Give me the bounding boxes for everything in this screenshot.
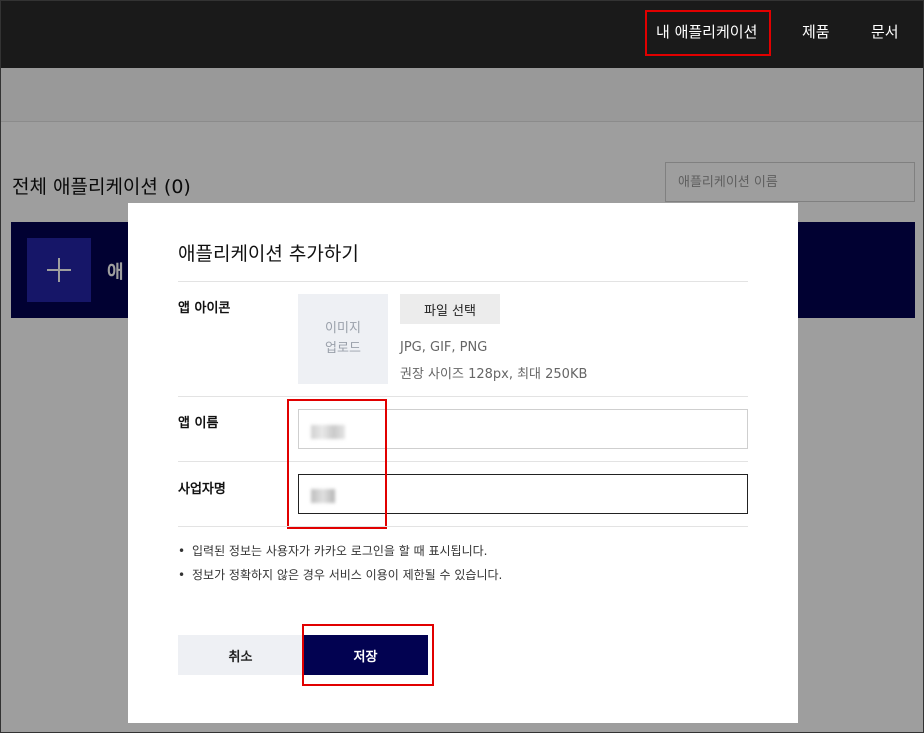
window-border	[0, 0, 924, 733]
